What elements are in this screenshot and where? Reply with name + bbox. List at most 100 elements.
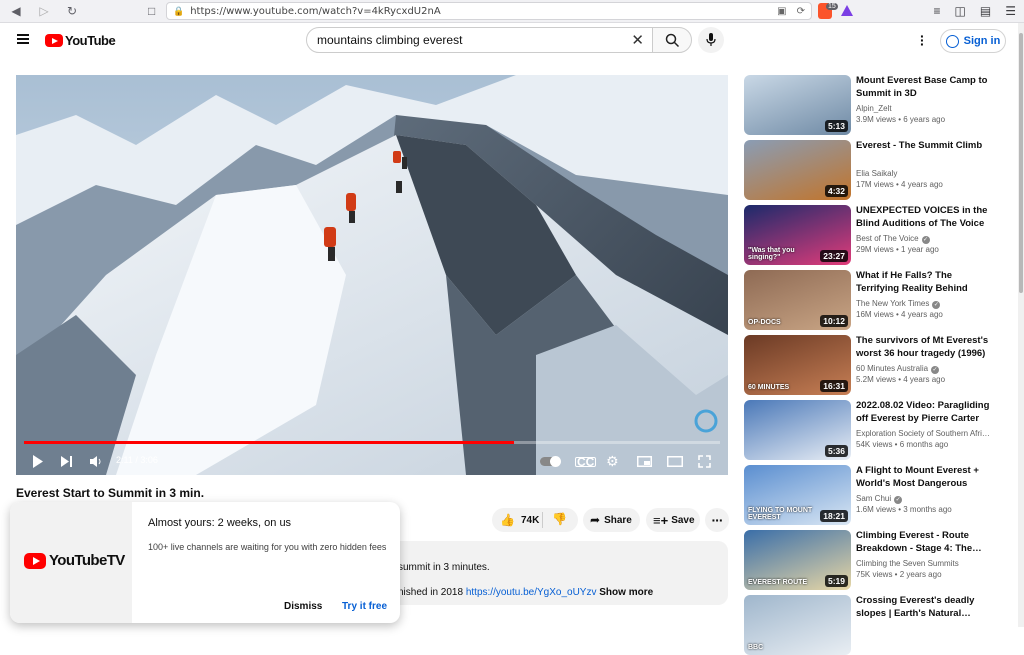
miniplayer-icon[interactable]	[637, 456, 652, 467]
video-thumbnail[interactable]: 5:36	[744, 400, 851, 460]
playlist-icon[interactable]: ≡	[934, 4, 941, 18]
channel-name[interactable]: Alpin_Zelt	[856, 104, 991, 113]
reload-icon[interactable]: ↻	[65, 4, 79, 18]
account-icon	[945, 34, 959, 48]
channel-name-text[interactable]: Best of The Voice	[856, 234, 919, 243]
recommended-video-title[interactable]: Climbing Everest - Route Breakdown - Sta…	[856, 530, 991, 555]
cast-icon[interactable]: ▣	[777, 6, 786, 17]
description-link[interactable]: https://youtu.be/YgXo_oUYzv	[466, 587, 597, 598]
recommended-video-title[interactable]: A Flight to Mount Everest + World's Most…	[856, 465, 991, 490]
wallet-icon[interactable]: ▤	[980, 4, 991, 18]
thumbs-up-icon[interactable]: 👍	[500, 513, 515, 527]
video-thumbnail[interactable]: EVEREST ROUTE 5:19	[744, 530, 851, 590]
recommended-video-title[interactable]: 2022.08.02 Video: Paragliding off Everes…	[856, 400, 991, 425]
recommended-video-title[interactable]: What if He Falls? The Terrifying Reality…	[856, 270, 991, 295]
recommended-video-title[interactable]: Mount Everest Base Camp to Summit in 3D	[856, 75, 991, 100]
microphone-icon	[706, 33, 716, 46]
show-more-button[interactable]: Show more	[599, 587, 653, 598]
rewards-icon[interactable]	[841, 5, 853, 16]
recommended-video[interactable]: 5:13 Mount Everest Base Camp to Summit in…	[744, 75, 1012, 135]
bookmark-icon[interactable]: □	[148, 4, 155, 18]
recommended-video-title[interactable]: Everest - The Summit Climb	[856, 140, 991, 153]
scrollbar-thumb[interactable]	[1019, 33, 1023, 293]
autoplay-toggle[interactable]	[540, 456, 561, 467]
share-icon[interactable]: ⟳	[797, 6, 805, 17]
channel-name[interactable]: Best of The Voice ✓	[856, 234, 991, 244]
clear-icon[interactable]: ✕	[631, 31, 644, 49]
view-count-and-age: 54K views • 6 months ago	[856, 440, 949, 449]
video-thumbnail[interactable]: 4:32	[744, 140, 851, 200]
browser-menu-icon[interactable]: ☰	[1005, 4, 1016, 18]
youtube-play-icon	[45, 34, 63, 47]
share-button[interactable]: ➦ Share	[583, 508, 640, 532]
channel-name[interactable]: 60 Minutes Australia ✓	[856, 364, 991, 374]
duration-badge: 5:19	[824, 575, 848, 587]
page-scrollbar[interactable]	[1018, 23, 1024, 627]
theater-mode-icon[interactable]	[667, 456, 683, 467]
video-thumbnail[interactable]: 60 MINUTES 16:31	[744, 335, 851, 395]
recommended-video[interactable]: 4:32 Everest - The Summit Climb Elia Saika…	[744, 140, 1012, 200]
sidebar-icon[interactable]: ◫	[955, 4, 966, 18]
recommended-video[interactable]: 5:36 2022.08.02 Video: Paragliding off Ev…	[744, 400, 1012, 460]
recommended-video-title[interactable]: Crossing Everest's deadly slopes | Earth…	[856, 595, 991, 620]
save-button[interactable]: ≡+ Save	[646, 508, 700, 532]
url-text[interactable]: https://www.youtube.com/watch?v=4kRycxdU…	[190, 6, 777, 17]
duration-badge: 16:31	[820, 380, 848, 392]
channel-name-text[interactable]: Sam Chui	[856, 494, 891, 503]
fullscreen-icon[interactable]	[698, 455, 711, 468]
settings-more-icon[interactable]: · · ·	[920, 29, 925, 51]
youtube-tv-promo-dialog: YouTubeTV Almost yours: 2 weeks, on us 1…	[10, 502, 400, 623]
play-icon[interactable]	[32, 455, 44, 468]
forward-icon[interactable]: ▷	[37, 4, 51, 18]
back-icon[interactable]: ◀	[9, 4, 23, 18]
duration-badge: 5:13	[824, 120, 848, 132]
video-thumbnail[interactable]: FLYING TO MOUNT EVEREST 18:21	[744, 465, 851, 525]
add-to-playlist-icon: ≡+	[653, 512, 669, 528]
more-actions-icon[interactable]: ···	[705, 508, 729, 532]
channel-name-text[interactable]: Exploration Society of Southern Afri…	[856, 429, 990, 438]
channel-name[interactable]: Sam Chui ✓	[856, 494, 991, 504]
youtube-logo[interactable]: YouTube	[45, 33, 116, 48]
video-thumbnail[interactable]: 5:13	[744, 75, 851, 135]
channel-name-text[interactable]: Alpin_Zelt	[856, 104, 892, 113]
like-count[interactable]: 74K	[521, 515, 539, 526]
volume-icon[interactable]	[90, 456, 102, 467]
video-thumbnail[interactable]: OP-DOCS 10:12	[744, 270, 851, 330]
channel-name-text[interactable]: The New York Times	[856, 299, 929, 308]
channel-name-text[interactable]: Climbing the Seven Summits	[856, 559, 959, 568]
try-it-free-button[interactable]: Try it free	[342, 601, 387, 612]
search-button[interactable]	[652, 27, 692, 53]
youtube-tv-logo: YouTubeTV	[24, 552, 125, 569]
recommended-video-title[interactable]: UNEXPECTED VOICES in the Blind Auditions…	[856, 205, 991, 230]
recommended-video[interactable]: "Was that you singing?" 23:27 UNEXPECTED V…	[744, 205, 1012, 265]
channel-name[interactable]: Elia Saikaly	[856, 169, 991, 178]
channel-name[interactable]: Climbing the Seven Summits	[856, 559, 991, 568]
video-thumbnail[interactable]: BBC	[744, 595, 851, 655]
channel-name[interactable]: Exploration Society of Southern Afri…	[856, 429, 991, 438]
recommended-video[interactable]: BBC Crossing Everest's deadly slopes | Ea…	[744, 595, 1012, 655]
progress-bar[interactable]	[24, 441, 720, 444]
lock-icon: 🔒	[173, 5, 185, 16]
video-player[interactable]: 2:11 / 3:06 CC ⚙	[16, 75, 728, 475]
channel-name-text[interactable]: 60 Minutes Australia	[856, 364, 928, 373]
video-thumbnail[interactable]: "Was that you singing?" 23:27	[744, 205, 851, 265]
voice-search-button[interactable]	[698, 27, 724, 53]
recommended-video[interactable]: 60 MINUTES 16:31 The survivors of Mt Evere…	[744, 335, 1012, 395]
settings-gear-icon[interactable]: ⚙	[606, 453, 619, 470]
dismiss-button[interactable]: Dismiss	[284, 601, 322, 612]
recommended-video[interactable]: OP-DOCS 10:12 What if He Falls? The Terrif…	[744, 270, 1012, 330]
sign-in-button[interactable]: Sign in	[940, 29, 1006, 53]
recommended-video[interactable]: FLYING TO MOUNT EVEREST 18:21 A Flight to …	[744, 465, 1012, 525]
channel-name-text[interactable]: Elia Saikaly	[856, 169, 897, 178]
address-bar[interactable]: 🔒 https://www.youtube.com/watch?v=4kRycx…	[166, 2, 812, 20]
next-icon[interactable]	[61, 456, 73, 467]
captions-icon[interactable]: CC	[575, 456, 597, 468]
recommended-video[interactable]: EVEREST ROUTE 5:19 Climbing Everest - Rout…	[744, 530, 1012, 590]
search-input[interactable]: mountains climbing everest ✕	[306, 27, 653, 53]
search-query[interactable]: mountains climbing everest	[317, 33, 462, 47]
channel-name[interactable]: The New York Times ✓	[856, 299, 991, 309]
hamburger-menu-icon[interactable]	[17, 34, 29, 44]
thumbnail-overlay-text: BBC	[748, 644, 764, 651]
thumbs-down-icon[interactable]: 👎	[552, 512, 567, 526]
recommended-video-title[interactable]: The survivors of Mt Everest's worst 36 h…	[856, 335, 991, 360]
